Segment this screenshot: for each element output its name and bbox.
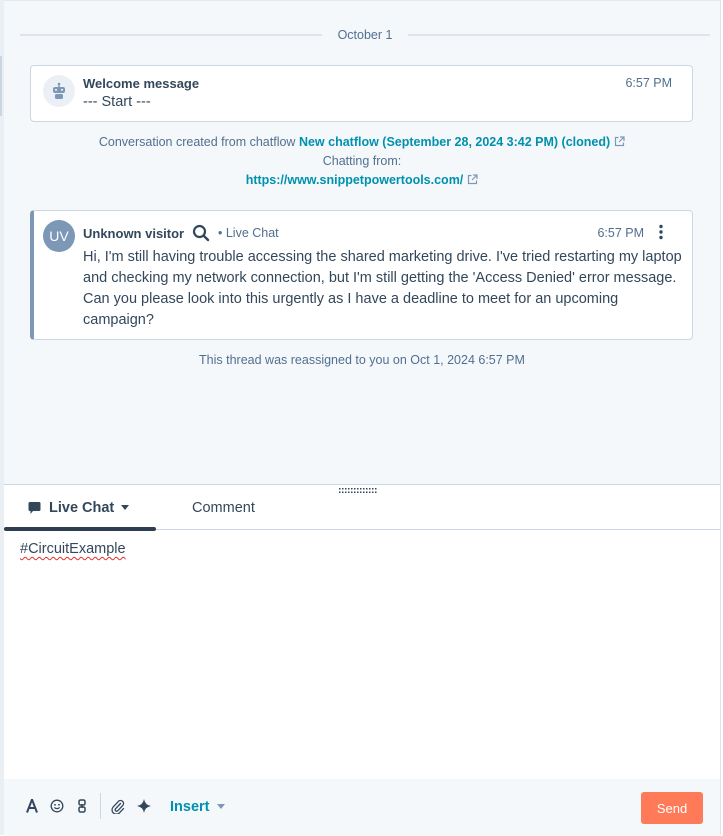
source-url-link[interactable]: https://www.snippetpowertools.com/ [246, 173, 464, 187]
welcome-message-card: Welcome message --- Start --- 6:57 PM [30, 65, 693, 122]
visitor-avatar: UV [43, 220, 75, 252]
date-label: October 1 [337, 28, 393, 42]
tab-comment[interactable]: Comment [192, 485, 255, 530]
text-format-icon[interactable] [26, 799, 38, 813]
chatting-from-url-line: https://www.snippetpowertools.com/ [4, 173, 720, 187]
tab-live-chat[interactable]: Live Chat [4, 485, 156, 531]
visitor-name: Unknown visitor [83, 226, 185, 241]
insert-menu-button[interactable]: Insert [170, 799, 225, 815]
more-options-icon[interactable] [658, 224, 664, 240]
external-link-icon[interactable] [614, 136, 625, 147]
active-tab-indicator [4, 527, 156, 531]
conversation-thread: October 1 Welcome message --- Start --- … [4, 0, 720, 484]
chatflow-link[interactable]: New chatflow (September 28, 2024 3:42 PM… [299, 135, 610, 149]
reply-composer: Live Chat Comment #CircuitExample Insert… [4, 484, 720, 836]
chatting-from-label: Chatting from: [322, 154, 402, 168]
reassign-note: This thread was reassigned to you on Oct… [199, 353, 525, 367]
external-link-icon[interactable] [467, 174, 478, 185]
search-icon[interactable] [192, 224, 210, 242]
attachment-icon[interactable] [111, 799, 125, 814]
snippet-icon[interactable] [78, 799, 86, 813]
welcome-body: --- Start --- [83, 94, 151, 110]
send-button[interactable]: Send [641, 792, 703, 824]
channel-label: • Live Chat [218, 226, 279, 240]
date-separator: October 1 [20, 27, 711, 43]
resize-drag-handle[interactable] [338, 487, 380, 495]
welcome-time: 6:57 PM [625, 76, 672, 90]
toolbar-divider [100, 793, 101, 819]
robot-icon [43, 75, 75, 107]
emoji-icon[interactable] [50, 799, 64, 813]
message-time: 6:57 PM [597, 226, 644, 240]
tab-live-chat-label: Live Chat [49, 499, 115, 516]
ai-sparkle-icon[interactable] [137, 799, 151, 813]
visitor-message-card: UV Unknown visitor • Live Chat 6:57 PM H… [30, 210, 693, 340]
message-editor[interactable]: #CircuitExample [20, 541, 126, 557]
chat-bubble-icon [28, 501, 41, 514]
composer-toolbar: Insert Send [4, 779, 720, 836]
chevron-down-icon [121, 505, 130, 510]
chevron-down-icon [216, 804, 225, 809]
conversation-created-line: Conversation created from chatflow New c… [4, 135, 720, 149]
welcome-title: Welcome message [83, 76, 200, 91]
message-text: Hi, I'm still having trouble accessing t… [83, 249, 682, 328]
left-scrollbar[interactable] [0, 56, 2, 116]
